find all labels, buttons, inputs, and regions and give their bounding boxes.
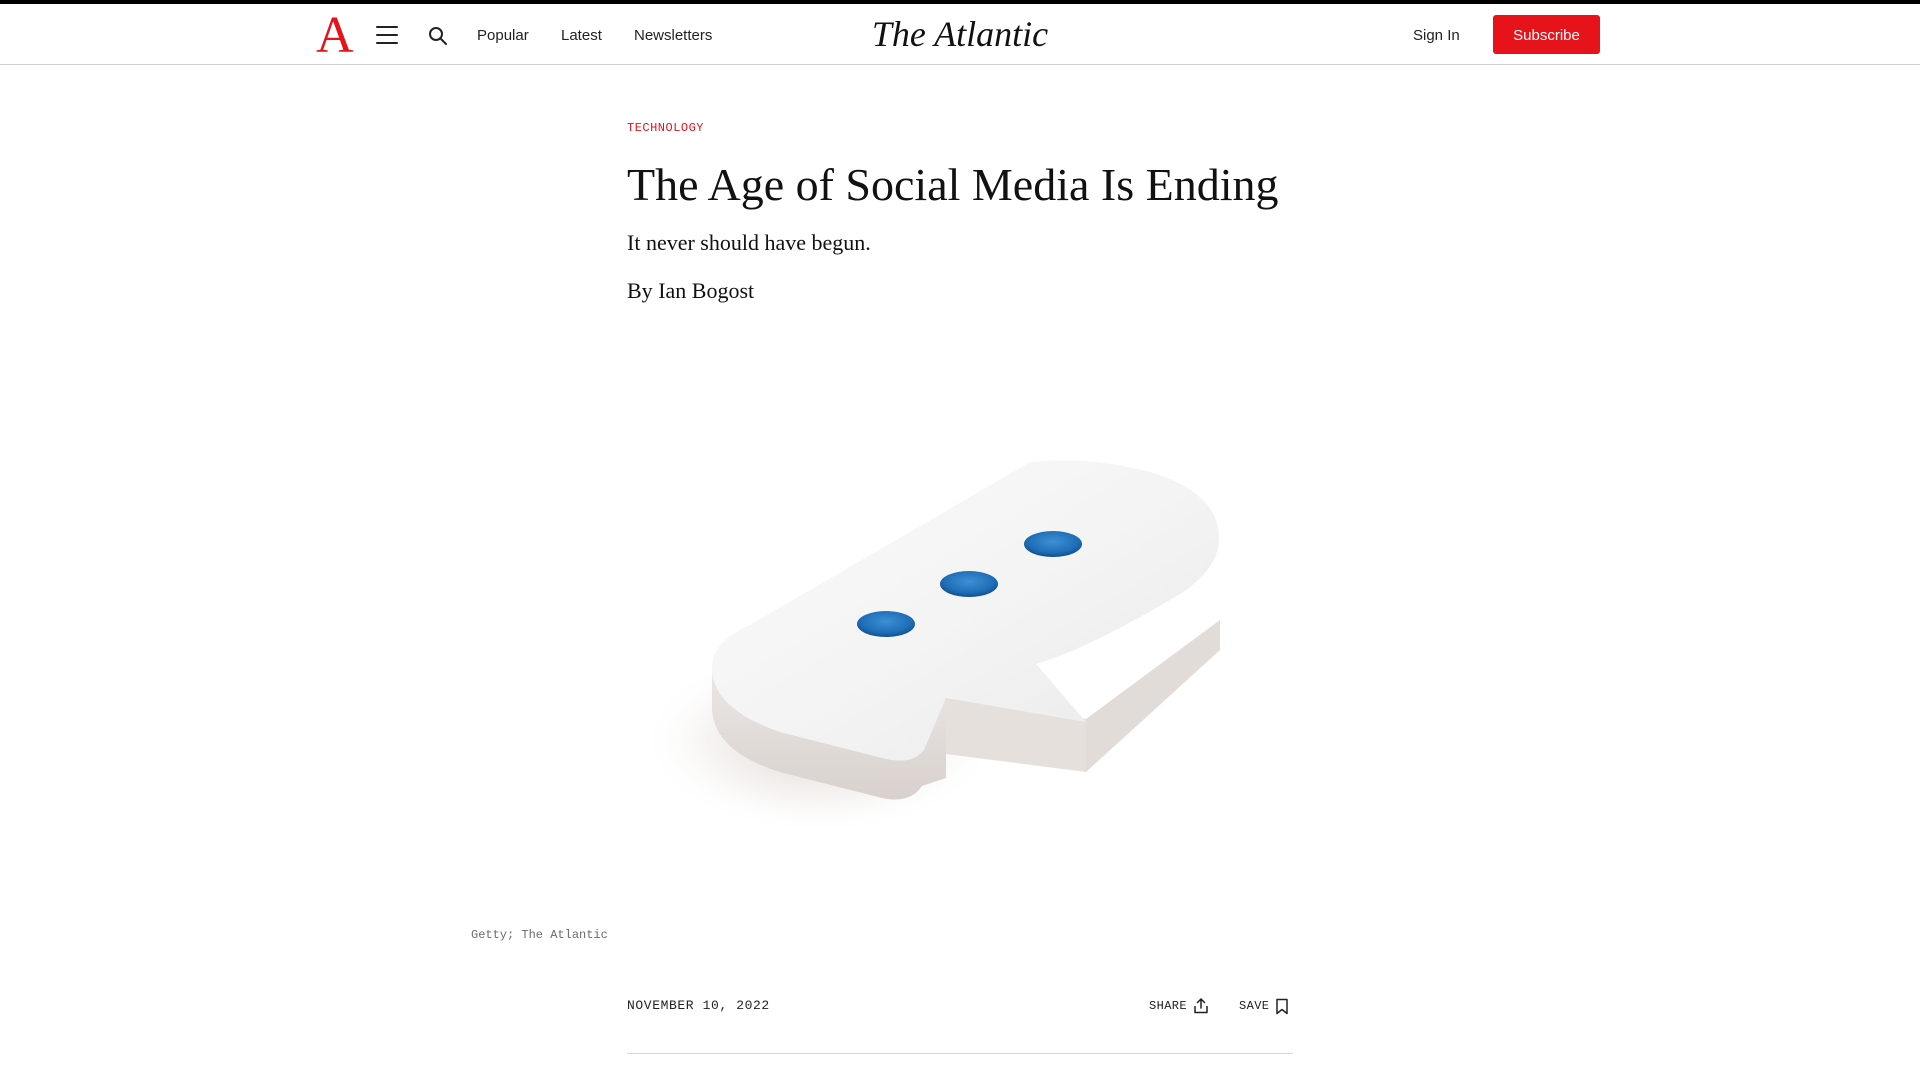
bubble-dot-3 (1024, 531, 1082, 557)
byline: By Ian Bogost (627, 276, 1327, 306)
meta-divider (627, 1053, 1293, 1054)
nav-newsletters-link[interactable]: Newsletters (634, 26, 712, 46)
menu-button[interactable] (374, 23, 400, 47)
bubble-dot-1 (857, 611, 915, 637)
article-headline: The Age of Social Media Is Ending (627, 159, 1279, 210)
section-label[interactable]: TECHNOLOGY (627, 118, 1327, 138)
save-label: SAVE (1239, 999, 1270, 1013)
atlantic-a-logo[interactable]: A (316, 10, 354, 62)
menu-icon-line (376, 42, 398, 44)
lead-image (620, 380, 1320, 900)
share-label: SHARE (1149, 999, 1188, 1013)
the-atlantic-wordmark[interactable]: The Atlantic (872, 14, 1048, 54)
bubble-right-side (1086, 620, 1220, 772)
article-header: TECHNOLOGY The Age of Social Media Is En… (627, 118, 1327, 306)
site-header: A Popular Latest Newsletters The Atlanti… (0, 4, 1920, 65)
article-dek: It never should have begun. (627, 230, 871, 255)
image-credit: Getty; The Atlantic (471, 928, 608, 942)
search-button[interactable] (426, 24, 450, 48)
search-icon (429, 27, 447, 45)
bubble-dot-2 (940, 571, 998, 597)
wordmark-container: The Atlantic (0, 12, 1920, 56)
bookmark-icon (1276, 998, 1289, 1014)
byline-prefix: By (627, 278, 653, 303)
article-meta-row: NOVEMBER 10, 2022 SHARE SAVE (627, 996, 1293, 1016)
sign-in-link[interactable]: Sign In (1413, 26, 1460, 46)
share-icon (1194, 998, 1208, 1014)
subscribe-button[interactable]: Subscribe (1493, 15, 1600, 54)
publish-date: NOVEMBER 10, 2022 (627, 998, 770, 1013)
menu-icon-line (376, 34, 398, 36)
save-button[interactable]: SAVE (1239, 996, 1289, 1016)
author-link[interactable]: Ian Bogost (658, 278, 754, 303)
share-button[interactable]: SHARE (1149, 996, 1209, 1016)
nav-popular-link[interactable]: Popular (477, 26, 529, 46)
menu-icon-line (376, 26, 398, 28)
nav-latest-link[interactable]: Latest (561, 26, 602, 46)
speech-bubble-illustration (640, 460, 1220, 835)
